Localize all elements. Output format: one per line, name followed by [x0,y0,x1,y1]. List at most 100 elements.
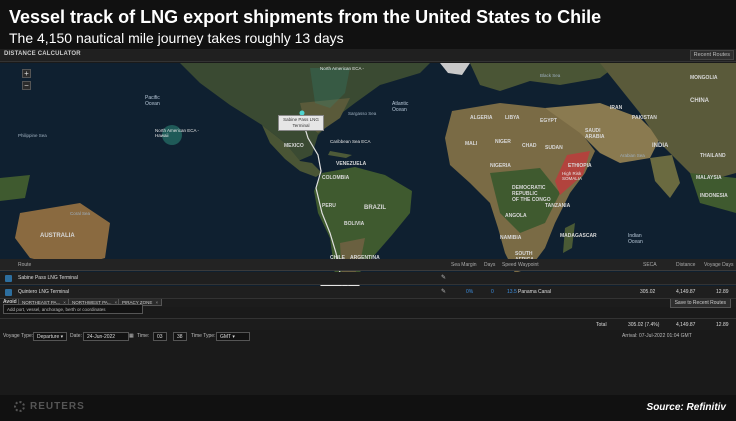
total-seca: 305.02 (7.4%) [628,322,660,328]
map-label-indonesia: INDONESIA [700,193,728,199]
map-port-label-start[interactable]: Sabine Pass LNG Terminal [278,115,324,131]
map-label-algeria: ALGERIA [470,115,493,121]
map-label-china: CHINA [690,98,709,104]
hour-input[interactable]: 03 [153,332,167,341]
speed-value[interactable]: 13.5 [507,289,517,295]
map-label-mongolia: MONGOLIA [690,75,718,81]
zoom-out-button[interactable]: − [22,81,31,90]
col-waypoint[interactable]: Waypoint [518,262,539,268]
total-label: Total [596,322,607,328]
panel-title: DISTANCE CALCULATOR [4,51,81,57]
map-label-colombia: COLOMBIA [322,175,350,181]
map-label-namibia: NAMIBIA [500,235,522,241]
map-label-na-eca: North American ECA - [320,66,365,71]
map-label-high-risk: High Risk SOMALIA [562,171,583,181]
col-sea-margin[interactable]: Sea Margin [451,262,477,268]
port-icon [5,275,12,282]
voyage-days-value: 12.89 [716,289,729,295]
graphic-footer: REUTERS Source: Refinitiv [0,395,736,421]
map-label-caribbean: Caribbean Sea ECA [330,139,371,144]
route-grid-header: Route Sea Margin Days Speed Waypoint SEC… [0,259,736,271]
voyage-controls: Voyage Type: Departure ▾ Date: 24-Jun-20… [0,330,736,345]
voyage-type-select[interactable]: Departure ▾ [33,332,67,341]
minute-input[interactable]: 38 [173,332,187,341]
col-voyage-days[interactable]: Voyage Days [704,262,733,268]
time-type-value: GMT [220,334,232,340]
col-seca[interactable]: SECA [643,262,657,268]
map-label-chad: CHAD [522,143,537,149]
map-label-arabian-sea: Arabian Sea [620,153,645,158]
map-label-thailand: THAILAND [700,153,726,159]
date-input[interactable]: 24-Jun-2022 [83,332,129,341]
voyage-type-label: Voyage Type: [3,333,34,339]
map-label-philippine-sea: Philippine Sea [18,133,47,138]
map-label-atlantic: Atlantic Ocean [392,101,409,113]
seca-value: 305.02 [640,289,656,295]
sea-margin-value[interactable]: 0% [466,289,473,295]
reuters-logo: REUTERS [30,401,85,412]
map-label-nigeria: NIGERIA [490,163,511,169]
table-row[interactable]: Sabine Pass LNG Terminal ✎ [0,272,736,285]
date-label: Date: [70,333,82,339]
route-port-name: Sabine Pass LNG Terminal [18,275,78,281]
edit-icon[interactable]: ✎ [441,288,446,295]
map-label-venezuela: VENEZUELA [336,161,367,167]
time-type-select[interactable]: GMT ▾ [216,332,250,341]
map-label-india: INDIA [652,143,669,149]
days-value[interactable]: 0 [491,289,494,295]
map-label-mexico: MEXICO [284,143,304,149]
waypoint-value: Panama Canal [518,289,552,295]
add-port-input[interactable]: Add port, vessel, anchorage, berth or co… [3,304,143,314]
col-route[interactable]: Route [18,262,31,268]
voyage-type-value: Departure [37,334,60,340]
source-credit: Source: Refinitiv [646,402,726,413]
col-speed[interactable]: Speed [502,262,516,268]
map-label-bolivia: BOLIVIA [344,221,365,227]
col-days[interactable]: Days [484,262,495,268]
close-icon[interactable]: × [155,300,158,305]
map-label-ethiopia: ETHIOPIA [568,163,592,169]
arrival-readout: Arrival: 07-Jul-2022 01:04 GMT [622,333,692,339]
map-label-sargasso: Sargasso Sea [348,111,377,116]
date-value: 24-Jun-2022 [87,334,116,340]
graphic-title: Vessel track of LNG export shipments fro… [9,7,602,27]
map-label-sudan: SUDAN [545,145,563,151]
col-distance[interactable]: Distance [676,262,695,268]
route-port-name: Quintero LNG Terminal [18,289,70,295]
map-label-mali: MALI [465,141,478,147]
map-label-pakistan: PAKISTAN [632,115,657,121]
distance-value: 4,149.87 [676,289,696,295]
map-label-indian: Indian Ocean [628,233,643,245]
total-voyage-days: 12.89 [716,322,729,328]
map-label-australia: AUSTRALIA [40,233,75,239]
reuters-logo-icon [14,401,25,412]
recent-routes-button[interactable]: Recent Routes [689,50,734,60]
map-label-na-eca-hawaii: North American ECA - Hawaii [155,128,200,138]
save-recent-routes-button[interactable]: Save to Recent Routes [669,298,731,308]
map-label-libya: LIBYA [505,115,520,121]
map-label-peru: PERU [322,203,336,209]
map-label-saudi: SAUDI ARABIA [585,128,605,140]
map-label-iran: IRAN [610,105,623,111]
graphic-header: Vessel track of LNG export shipments fro… [0,0,736,49]
calendar-icon[interactable]: ▦ [129,333,134,339]
total-distance: 4,149.87 [676,322,696,328]
edit-icon[interactable]: ✎ [441,274,446,281]
port-icon [5,289,12,296]
map-label-niger: NIGER [495,139,511,145]
map-label-drc: DEMOCRATIC REPUBLIC OF THE CONGO [512,185,551,203]
map-label-brazil: BRAZIL [364,205,386,211]
map-label-malaysia: MALAYSIA [696,175,722,181]
map-label-tanzania: TANZANIA [545,203,571,209]
table-row[interactable]: Quintero LNG Terminal ✎ 0% 0 13.5 Panama… [0,286,736,299]
time-type-label: Time Type: [191,333,216,339]
map-label-black-sea: Black Sea [540,73,561,78]
zoom-in-button[interactable]: + [22,69,31,78]
map-label-egypt: EGYPT [540,118,557,124]
graphic-subtitle: The 4,150 nautical mile journey takes ro… [9,30,344,46]
map-label-pacific: Pacific Ocean [145,95,160,107]
panel-header: DISTANCE CALCULATOR Recent Routes [0,49,736,62]
time-label: Time: [137,333,150,339]
map-label-angola: ANGOLA [505,213,527,219]
map-label-madagascar: MADAGASCAR [560,233,597,239]
